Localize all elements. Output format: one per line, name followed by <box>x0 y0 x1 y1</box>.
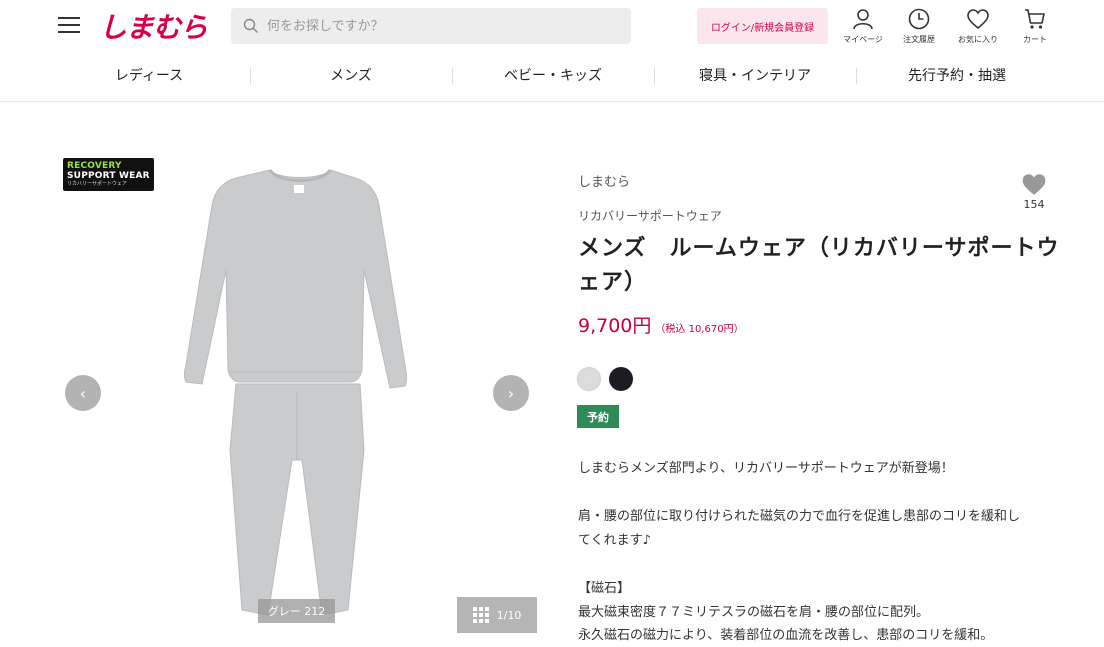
search-icon <box>243 18 258 33</box>
badge-line-2: SUPPORT WEAR <box>67 171 150 181</box>
clock-icon <box>908 8 930 30</box>
nav-item-ladies[interactable]: レディース <box>48 62 250 90</box>
image-color-caption: グレー 212 <box>258 599 335 623</box>
nav-item-baby-kids[interactable]: ベビー・キッズ <box>452 62 654 90</box>
favorite-count: 154 <box>1023 198 1045 211</box>
color-swatch-gray[interactable] <box>577 367 601 391</box>
product-image <box>184 169 407 616</box>
description-line: てくれます♪ <box>578 533 651 548</box>
search-input[interactable] <box>267 18 607 34</box>
description-line: 肩・腰の部位に取り付けられた磁気の力で血行を促進し患部のコリを緩和し <box>578 509 1021 524</box>
image-gallery-button[interactable]: 1/10 <box>457 597 537 633</box>
next-image-button[interactable]: › <box>493 375 529 411</box>
price-value: 9,700円 <box>578 315 652 337</box>
favorites-label: お気に入り <box>958 35 998 44</box>
cart-icon <box>1025 9 1045 29</box>
heart-icon <box>1022 174 1046 195</box>
grid-icon <box>472 607 489 623</box>
user-icon <box>853 9 873 30</box>
nav-item-preorder-lottery[interactable]: 先行予約・抽選 <box>856 62 1058 90</box>
order-history-label: 注文履歴 <box>903 35 935 44</box>
favorite-button[interactable]: 154 <box>1017 172 1051 211</box>
product-brand[interactable]: しまむら <box>578 171 630 190</box>
favorites-button[interactable]: お気に入り <box>948 7 1008 45</box>
category-nav: レディース メンズ ベビー・キッズ 寝具・インテリア 先行予約・抽選 <box>48 62 1058 90</box>
nav-item-bedding-interior[interactable]: 寝具・インテリア <box>654 62 856 90</box>
description-line: しまむらメンズ部門より、リカバリーサポートウェアが新登場！ <box>578 461 954 476</box>
preorder-tag: 予約 <box>577 405 619 428</box>
description-line: 永久磁石の磁力により、装着部位の血流を改善し、患部のコリを緩和。 <box>578 628 994 643</box>
site-header: しまむら ログイン/新規会員登録 マイページ 注文履歴 お気に入り カート レデ… <box>0 0 1104 102</box>
product-category[interactable]: リカバリーサポートウェア <box>578 207 722 224</box>
badge-line-3: リカバリーサポートウェア <box>67 181 127 187</box>
price-tax-included: （税込 10,670円） <box>655 324 744 335</box>
cart-button[interactable]: カート <box>1005 7 1065 45</box>
order-history-button[interactable]: 注文履歴 <box>889 7 949 45</box>
product-price: 9,700円 （税込 10,670円） <box>578 311 744 338</box>
recovery-support-wear-badge: RECOVERY SUPPORT WEAR リカバリーサポートウェア <box>63 158 154 191</box>
color-swatch-black[interactable] <box>609 367 633 391</box>
prev-image-button[interactable]: ‹ <box>65 375 101 411</box>
site-logo[interactable]: しまむら <box>99 6 208 46</box>
menu-icon[interactable] <box>58 15 82 35</box>
product-title: メンズ ルームウェア（リカバリーサポートウェア） <box>578 236 1060 295</box>
description-heading: 【磁石】 <box>578 581 631 596</box>
search-box[interactable] <box>231 8 631 44</box>
nav-item-mens[interactable]: メンズ <box>250 62 452 90</box>
login-register-button[interactable]: ログイン/新規会員登録 <box>697 8 828 44</box>
mypage-button[interactable]: マイページ <box>833 7 893 45</box>
mypage-label: マイページ <box>843 35 883 44</box>
description-line: 最大磁束密度７７ミリテスラの磁石を肩・腰の部位に配列。 <box>578 605 930 620</box>
heart-icon <box>967 9 989 30</box>
image-counter: 1/10 <box>496 608 522 622</box>
badge-line-1: RECOVERY <box>67 161 122 171</box>
cart-label: カート <box>1023 35 1047 44</box>
